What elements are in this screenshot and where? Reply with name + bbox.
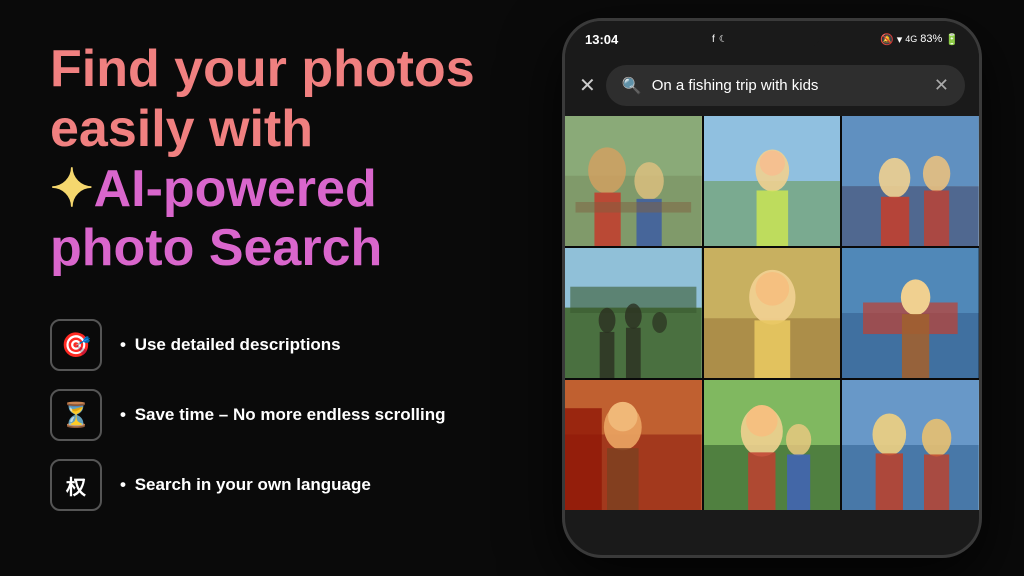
photo-3-overlay bbox=[842, 116, 979, 246]
photo-2-overlay bbox=[704, 116, 841, 246]
photo-9-overlay bbox=[842, 380, 979, 510]
left-panel: Find your photos easily with ✦AI-powered… bbox=[0, 0, 520, 576]
headline-line1: Find your photos bbox=[50, 40, 480, 100]
photo-8[interactable] bbox=[704, 380, 841, 510]
photo-6-overlay bbox=[842, 248, 979, 378]
sparkle-icon: ✦ bbox=[50, 160, 94, 218]
photo-2[interactable] bbox=[704, 116, 841, 246]
signal-bars: 4G bbox=[905, 34, 917, 44]
photo-3[interactable] bbox=[842, 116, 979, 246]
headline-find: Find your photos bbox=[50, 40, 475, 98]
language-icon: 权 bbox=[50, 459, 102, 511]
hourglass-icon: ⏳ bbox=[50, 389, 102, 441]
battery-icon: 🔋 bbox=[945, 33, 959, 46]
phone-wrapper: 13:04 f ☾ 📺 🎮 L • 🔕 ▾ 4G 83% 🔋 bbox=[562, 18, 982, 558]
search-text-value[interactable]: On a fishing trip with kids bbox=[652, 77, 924, 94]
headline-ai-text: AI-powered bbox=[94, 160, 377, 218]
status-time: 13:04 bbox=[585, 32, 618, 47]
mute-icon: 🔕 bbox=[880, 33, 894, 46]
photo-4[interactable] bbox=[565, 248, 702, 378]
phone-frame: 13:04 f ☾ 📺 🎮 L • 🔕 ▾ 4G 83% 🔋 bbox=[562, 18, 982, 558]
facebook-icon: f bbox=[712, 34, 715, 45]
battery-percent: 83% bbox=[920, 33, 942, 45]
feature-item-time: ⏳ • Save time – No more endless scrollin… bbox=[50, 389, 480, 441]
photo-5[interactable] bbox=[704, 248, 841, 378]
headline-photo-search: photo Search bbox=[50, 219, 382, 277]
search-clear-button[interactable]: ✕ bbox=[934, 75, 949, 96]
photo-7[interactable] bbox=[565, 380, 702, 510]
target-icon: 🎯 bbox=[50, 319, 102, 371]
wifi-icon: ▾ bbox=[897, 33, 903, 46]
search-bar-area: ✕ 🔍 On a fishing trip with kids ✕ bbox=[565, 57, 979, 116]
headline-line2: easily with bbox=[50, 100, 480, 160]
headline-line4: photo Search bbox=[50, 219, 480, 279]
feature-item-descriptions: 🎯 • Use detailed descriptions bbox=[50, 319, 480, 371]
photo-grid bbox=[565, 116, 979, 510]
photo-5-overlay bbox=[704, 248, 841, 378]
feature-label-language: • Search in your own language bbox=[120, 475, 371, 495]
phone-notch bbox=[722, 21, 822, 49]
photo-1[interactable] bbox=[565, 116, 702, 246]
photo-4-overlay bbox=[565, 248, 702, 378]
photo-1-overlay bbox=[565, 116, 702, 246]
search-icon: 🔍 bbox=[622, 76, 642, 96]
headline: Find your photos easily with ✦AI-powered… bbox=[50, 40, 480, 279]
features-list: 🎯 • Use detailed descriptions ⏳ • Save t… bbox=[50, 319, 480, 511]
photo-9[interactable] bbox=[842, 380, 979, 510]
feature-item-language: 权 • Search in your own language bbox=[50, 459, 480, 511]
search-input-container[interactable]: 🔍 On a fishing trip with kids ✕ bbox=[606, 65, 965, 106]
headline-easily: easily with bbox=[50, 100, 313, 158]
status-right: 🔕 ▾ 4G 83% 🔋 bbox=[880, 33, 959, 46]
search-close-button[interactable]: ✕ bbox=[579, 73, 596, 98]
photo-7-overlay bbox=[565, 380, 702, 510]
photo-8-overlay bbox=[704, 380, 841, 510]
feature-label-descriptions: • Use detailed descriptions bbox=[120, 335, 341, 355]
feature-label-time: • Save time – No more endless scrolling bbox=[120, 405, 446, 425]
right-panel: 13:04 f ☾ 📺 🎮 L • 🔕 ▾ 4G 83% 🔋 bbox=[520, 0, 1024, 576]
photo-6[interactable] bbox=[842, 248, 979, 378]
headline-ai-line: ✦AI-powered bbox=[50, 160, 480, 220]
